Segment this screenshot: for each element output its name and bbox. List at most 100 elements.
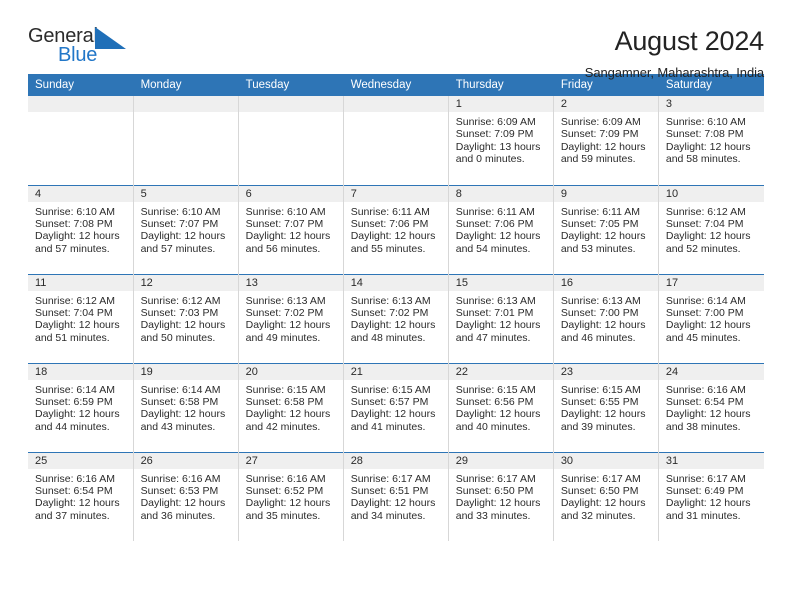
page-masthead: General Blue August 2024 Sangamner, Maha… — [28, 0, 764, 80]
day-cell-details: Sunrise: 6:10 AM Sunset: 7:08 PM Daylight:… — [659, 112, 764, 166]
daylight-line-cont: and 42 minutes. — [245, 420, 321, 433]
day-cell-empty — [28, 96, 134, 185]
day-number: 27 — [238, 452, 343, 469]
daylight-line: Daylight: 12 hours — [245, 230, 331, 243]
weekday-header-wednesday: Wednesday — [343, 74, 449, 96]
daylight-line-cont: and 43 minutes. — [140, 420, 216, 433]
day-number: 26 — [133, 452, 238, 469]
day-cell[interactable]: 30 Sunrise: 6:17 AM Sunset: 6:50 PM Dayligh… — [553, 451, 659, 541]
sunset-line: Sunset: 7:02 PM — [245, 306, 324, 319]
sunrise-line: Sunrise: 6:13 AM — [455, 294, 536, 307]
daylight-line: Daylight: 12 hours — [560, 408, 646, 421]
sunset-line: Sunset: 7:09 PM — [560, 128, 639, 141]
sunset-line: Sunset: 7:08 PM — [35, 217, 113, 230]
day-cell-details: Sunrise: 6:12 AM Sunset: 7:04 PM Daylight:… — [659, 202, 764, 256]
day-cell[interactable]: 25 Sunrise: 6:16 AM Sunset: 6:54 PM Dayligh… — [28, 451, 134, 541]
sunset-line: Sunset: 7:00 PM — [665, 306, 744, 319]
day-cell-empty — [238, 96, 344, 185]
day-number: 14 — [343, 274, 448, 291]
day-cell[interactable]: 27 Sunrise: 6:16 AM Sunset: 6:52 PM Dayligh… — [238, 451, 344, 541]
day-cell[interactable]: 5 Sunrise: 6:10 AM Sunset: 7:07 PM Daylight… — [133, 184, 239, 274]
sunrise-line: Sunrise: 6:17 AM — [350, 472, 431, 485]
day-cell[interactable]: 1 Sunrise: 6:09 AM Sunset: 7:09 PM Daylight… — [448, 96, 554, 185]
day-cell[interactable]: 13 Sunrise: 6:13 AM Sunset: 7:02 PM Dayligh… — [238, 273, 344, 363]
page-subtitle: Sangamner, Maharashtra, India — [584, 65, 764, 81]
day-cell[interactable]: 9 Sunrise: 6:11 AM Sunset: 7:05 PM Daylight… — [553, 184, 659, 274]
day-cell[interactable]: 3 Sunrise: 6:10 AM Sunset: 7:08 PM Daylight… — [658, 96, 764, 185]
day-cell[interactable]: 19 Sunrise: 6:14 AM Sunset: 6:58 PM Dayligh… — [133, 362, 239, 452]
day-cell[interactable]: 8 Sunrise: 6:11 AM Sunset: 7:06 PM Daylight… — [448, 184, 554, 274]
day-cell[interactable]: 14 Sunrise: 6:13 AM Sunset: 7:02 PM Dayligh… — [343, 273, 449, 363]
day-number: 24 — [658, 363, 764, 380]
sunset-line: Sunset: 6:59 PM — [35, 395, 113, 408]
day-number: 7 — [343, 185, 448, 202]
calendar-page: General Blue August 2024 Sangamner, Maha… — [0, 0, 792, 612]
sunset-line: Sunset: 6:58 PM — [140, 395, 219, 408]
day-number: 13 — [238, 274, 343, 291]
day-cell[interactable]: 28 Sunrise: 6:17 AM Sunset: 6:51 PM Dayligh… — [343, 451, 449, 541]
daylight-line: Daylight: 12 hours — [35, 497, 120, 510]
day-cell[interactable]: 15 Sunrise: 6:13 AM Sunset: 7:01 PM Dayligh… — [448, 273, 554, 363]
sunrise-line: Sunrise: 6:16 AM — [140, 472, 221, 485]
day-cell[interactable]: 4 Sunrise: 6:10 AM Sunset: 7:08 PM Daylight… — [28, 184, 134, 274]
daylight-line-cont: and 38 minutes. — [665, 420, 741, 433]
daylight-line-cont: and 39 minutes. — [560, 420, 636, 433]
sunset-line: Sunset: 7:04 PM — [35, 306, 113, 319]
day-cell[interactable]: 20 Sunrise: 6:15 AM Sunset: 6:58 PM Dayligh… — [238, 362, 344, 452]
sunrise-line: Sunrise: 6:12 AM — [665, 205, 746, 218]
daylight-line: Daylight: 12 hours — [455, 230, 541, 243]
day-cell[interactable]: 29 Sunrise: 6:17 AM Sunset: 6:50 PM Dayligh… — [448, 451, 554, 541]
day-number: 19 — [133, 363, 238, 380]
day-cell[interactable]: 26 Sunrise: 6:16 AM Sunset: 6:53 PM Dayligh… — [133, 451, 239, 541]
sunrise-line: Sunrise: 6:15 AM — [455, 383, 536, 396]
day-cell[interactable]: 31 Sunrise: 6:17 AM Sunset: 6:49 PM Dayligh… — [658, 451, 764, 541]
day-cell[interactable]: 22 Sunrise: 6:15 AM Sunset: 6:56 PM Dayligh… — [448, 362, 554, 452]
daylight-line-cont: and 50 minutes. — [140, 331, 216, 344]
day-number: 17 — [658, 274, 764, 291]
daylight-line-cont: and 34 minutes. — [350, 509, 426, 522]
sunset-line: Sunset: 7:04 PM — [665, 217, 744, 230]
sunset-line: Sunset: 6:54 PM — [35, 484, 113, 497]
daylight-line: Daylight: 12 hours — [560, 230, 646, 243]
day-cell[interactable]: 21 Sunrise: 6:15 AM Sunset: 6:57 PM Dayligh… — [343, 362, 449, 452]
day-number: 31 — [658, 452, 764, 469]
daylight-line: Daylight: 12 hours — [350, 497, 436, 510]
calendar-grid: Sunday Monday Tuesday Wednesday Thursday… — [28, 74, 765, 541]
day-cell-details: Sunrise: 6:15 AM Sunset: 6:55 PM Daylight:… — [554, 380, 658, 434]
day-number: 29 — [448, 452, 553, 469]
general-blue-logo[interactable]: General Blue — [28, 26, 144, 72]
day-cell[interactable]: 16 Sunrise: 6:13 AM Sunset: 7:00 PM Dayligh… — [553, 273, 659, 363]
sunset-line: Sunset: 6:50 PM — [560, 484, 639, 497]
daylight-line: Daylight: 12 hours — [140, 408, 226, 421]
sunrise-line: Sunrise: 6:14 AM — [35, 383, 115, 396]
day-cell[interactable]: 24 Sunrise: 6:16 AM Sunset: 6:54 PM Dayligh… — [658, 362, 764, 452]
day-number: 25 — [28, 452, 133, 469]
day-cell[interactable]: 7 Sunrise: 6:11 AM Sunset: 7:06 PM Daylight… — [343, 184, 449, 274]
daylight-line-cont: and 55 minutes. — [350, 242, 426, 255]
day-cell[interactable]: 2 Sunrise: 6:09 AM Sunset: 7:09 PM Daylight… — [553, 96, 659, 185]
daylight-line: Daylight: 12 hours — [455, 319, 541, 332]
sunrise-line: Sunrise: 6:16 AM — [665, 383, 746, 396]
calendar-week-row: 25 Sunrise: 6:16 AM Sunset: 6:54 PM Dayligh… — [28, 451, 764, 541]
day-number — [238, 96, 343, 112]
sunset-line: Sunset: 6:49 PM — [665, 484, 744, 497]
daylight-line-cont: and 57 minutes. — [140, 242, 216, 255]
sunrise-line: Sunrise: 6:10 AM — [245, 205, 326, 218]
sunrise-line: Sunrise: 6:10 AM — [665, 116, 746, 128]
day-cell-empty — [343, 96, 449, 185]
day-cell[interactable]: 6 Sunrise: 6:10 AM Sunset: 7:07 PM Daylight… — [238, 184, 344, 274]
day-number — [343, 96, 448, 112]
calendar-week-row: 1 Sunrise: 6:09 AM Sunset: 7:09 PM Daylight… — [28, 96, 764, 185]
daylight-line-cont: and 44 minutes. — [35, 420, 110, 433]
day-cell[interactable]: 10 Sunrise: 6:12 AM Sunset: 7:04 PM Dayligh… — [658, 184, 764, 274]
day-cell[interactable]: 17 Sunrise: 6:14 AM Sunset: 7:00 PM Dayligh… — [658, 273, 764, 363]
day-cell-details: Sunrise: 6:14 AM Sunset: 6:58 PM Daylight:… — [134, 380, 238, 434]
day-number: 1 — [448, 96, 553, 112]
day-cell[interactable]: 12 Sunrise: 6:12 AM Sunset: 7:03 PM Dayligh… — [133, 273, 239, 363]
daylight-line: Daylight: 12 hours — [245, 497, 331, 510]
day-cell[interactable]: 23 Sunrise: 6:15 AM Sunset: 6:55 PM Dayligh… — [553, 362, 659, 452]
sunrise-line: Sunrise: 6:10 AM — [35, 205, 115, 218]
day-cell[interactable]: 18 Sunrise: 6:14 AM Sunset: 6:59 PM Dayligh… — [28, 362, 134, 452]
day-cell[interactable]: 11 Sunrise: 6:12 AM Sunset: 7:04 PM Dayligh… — [28, 273, 134, 363]
sunset-line: Sunset: 7:03 PM — [140, 306, 219, 319]
